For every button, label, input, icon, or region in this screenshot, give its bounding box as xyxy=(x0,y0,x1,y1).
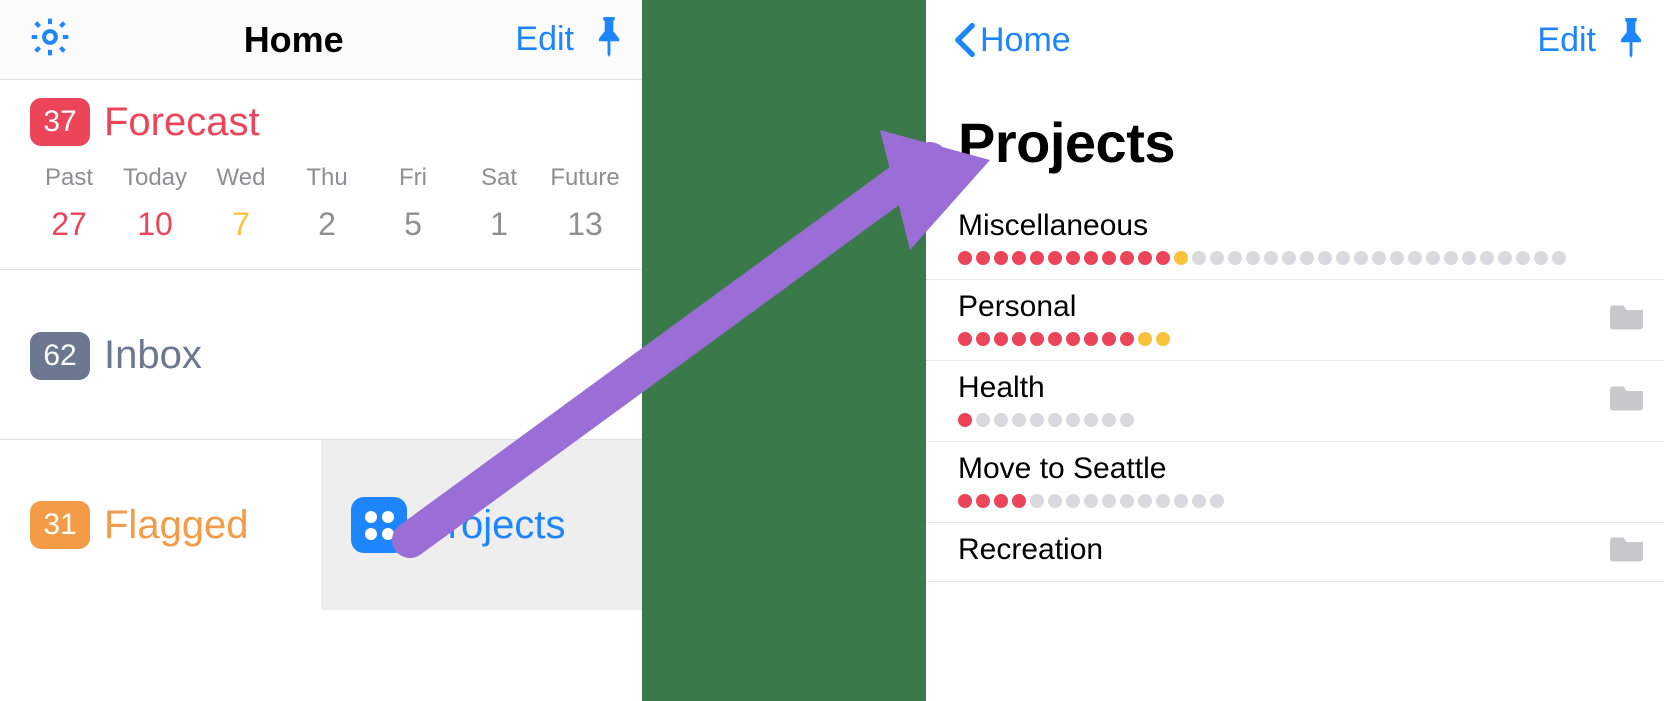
forecast-day[interactable]: Sat 1 xyxy=(460,164,538,243)
perspective-forecast[interactable]: 37 Forecast xyxy=(0,80,642,164)
folder-icon xyxy=(1610,534,1646,567)
project-status-dots xyxy=(958,332,1170,346)
forecast-day[interactable]: Today 10 xyxy=(116,164,194,243)
projects-navbar: Home Edit xyxy=(926,0,1664,80)
forecast-day-name: Sat xyxy=(481,164,517,192)
pin-icon[interactable] xyxy=(594,17,624,62)
projects-title: Projects xyxy=(926,80,1664,199)
folder-icon xyxy=(1610,302,1646,335)
forecast-day-name: Future xyxy=(550,164,619,192)
project-status-dots xyxy=(958,494,1224,508)
forecast-day-count: 27 xyxy=(51,206,87,243)
forecast-day-count: 10 xyxy=(137,206,173,243)
projects-icon xyxy=(351,497,407,553)
forecast-day[interactable]: Thu 2 xyxy=(288,164,366,243)
forecast-day-count: 7 xyxy=(232,206,250,243)
project-name: Health xyxy=(958,371,1134,405)
edit-button[interactable]: Edit xyxy=(1537,21,1596,60)
back-button[interactable]: Home xyxy=(954,21,1071,60)
forecast-day-count: 13 xyxy=(567,206,603,243)
project-name: Miscellaneous xyxy=(958,209,1566,243)
forecast-day-name: Fri xyxy=(399,164,427,192)
forecast-day-count: 2 xyxy=(318,206,336,243)
forecast-day-count: 1 xyxy=(490,206,508,243)
separator-gap xyxy=(642,0,926,701)
home-navbar: Home Edit xyxy=(0,0,642,80)
projects-label: Projects xyxy=(421,503,566,548)
project-row[interactable]: Personal xyxy=(926,280,1664,361)
forecast-day-name: Thu xyxy=(306,164,347,192)
home-screen: Home Edit 37 Forecast Past 27 Today 10 Wed 7 T… xyxy=(0,0,642,701)
perspective-inbox[interactable]: 62 Inbox xyxy=(0,270,642,440)
flagged-label: Flagged xyxy=(104,503,249,548)
edit-button[interactable]: Edit xyxy=(515,20,574,59)
project-status-dots xyxy=(958,413,1134,427)
forecast-day[interactable]: Past 27 xyxy=(30,164,108,243)
settings-gear-icon[interactable] xyxy=(28,15,72,64)
forecast-day[interactable]: Fri 5 xyxy=(374,164,452,243)
forecast-label: Forecast xyxy=(104,100,260,145)
forecast-day-name: Wed xyxy=(217,164,266,192)
inbox-count-badge: 62 xyxy=(30,332,90,380)
forecast-day[interactable]: Future 13 xyxy=(546,164,624,243)
perspective-projects[interactable]: Projects xyxy=(321,440,642,610)
project-name: Move to Seattle xyxy=(958,452,1224,486)
forecast-day-name: Today xyxy=(123,164,187,192)
pin-icon[interactable] xyxy=(1616,18,1646,63)
project-row[interactable]: Miscellaneous xyxy=(926,199,1664,280)
project-status-dots xyxy=(958,251,1566,265)
projects-list: Miscellaneous Personal Health Move to Seatt… xyxy=(926,199,1664,582)
forecast-day-count: 5 xyxy=(404,206,422,243)
folder-icon xyxy=(1610,383,1646,416)
project-row[interactable]: Recreation xyxy=(926,523,1664,582)
forecast-days-row: Past 27 Today 10 Wed 7 Thu 2 Fri 5 Sat 1 Future 13 xyxy=(0,164,642,269)
project-row[interactable]: Move to Seattle xyxy=(926,442,1664,523)
project-name: Personal xyxy=(958,290,1170,324)
forecast-day[interactable]: Wed 7 xyxy=(202,164,280,243)
projects-screen: Home Edit Projects Miscellaneous Personal… xyxy=(926,0,1664,701)
flagged-count-badge: 31 xyxy=(30,501,90,549)
back-label: Home xyxy=(980,21,1071,60)
forecast-count-badge: 37 xyxy=(30,98,90,146)
forecast-day-name: Past xyxy=(45,164,93,192)
bottom-perspectives-row: 31 Flagged Projects xyxy=(0,440,642,610)
project-row[interactable]: Health xyxy=(926,361,1664,442)
perspective-flagged[interactable]: 31 Flagged xyxy=(0,440,321,610)
project-name: Recreation xyxy=(958,533,1103,567)
inbox-label: Inbox xyxy=(104,333,202,378)
page-title: Home xyxy=(244,19,344,61)
